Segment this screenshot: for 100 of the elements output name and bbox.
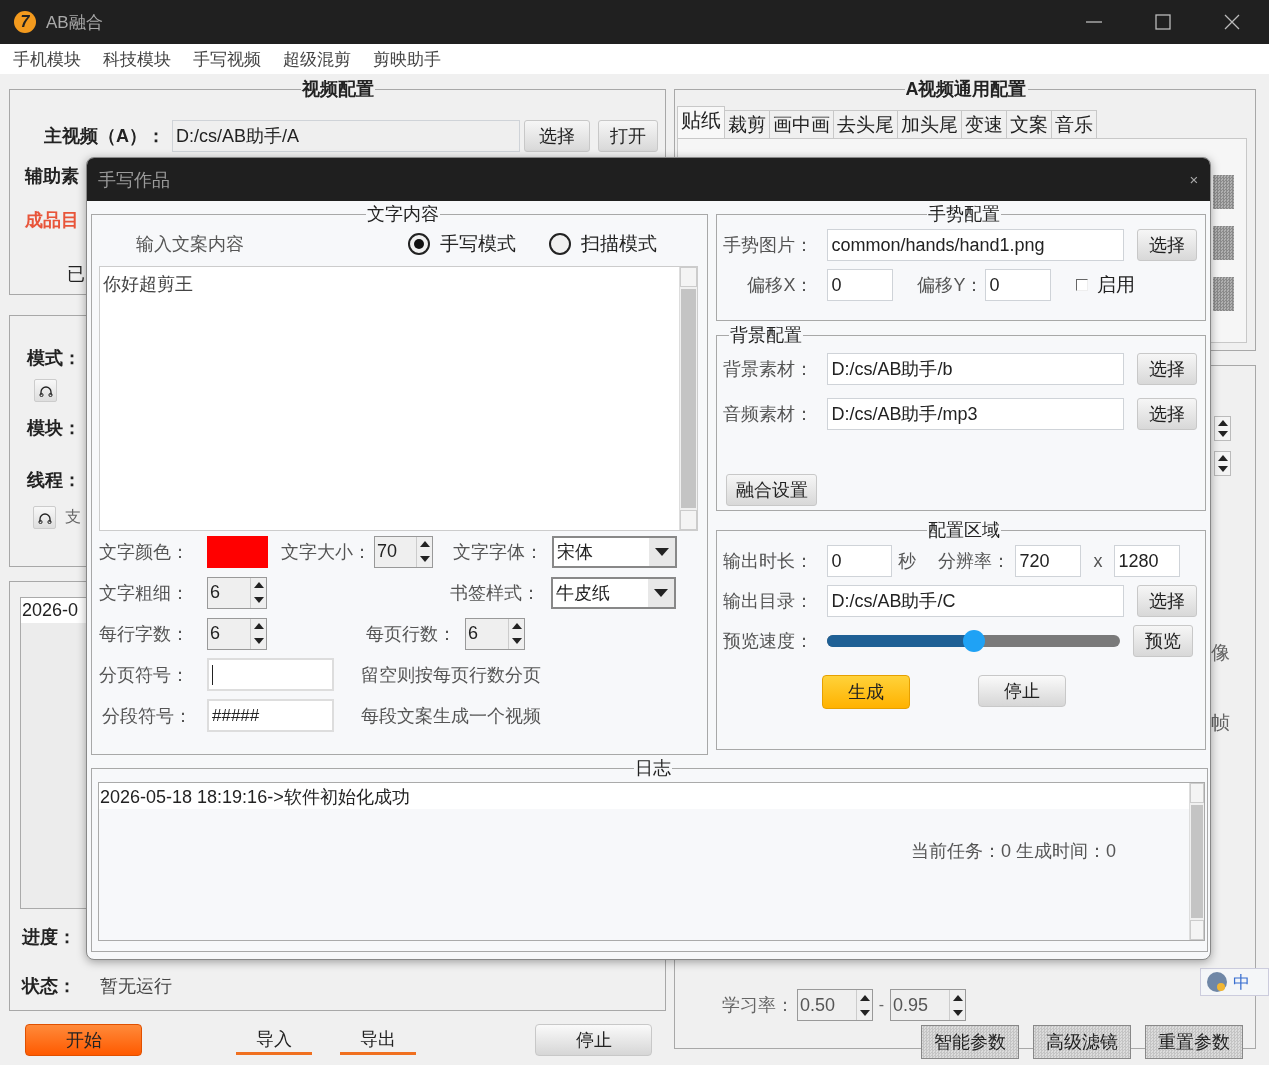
button[interactable]: 预览 [1133, 625, 1194, 657]
button[interactable]: 停止 [535, 1024, 652, 1056]
spin-box[interactable]: 0.50 [797, 989, 873, 1021]
headphone-button[interactable] [34, 379, 57, 402]
radio-button[interactable]: 扫描模式 [549, 231, 657, 257]
spin-box[interactable]: 6 [465, 617, 525, 650]
field-label: 每页行数： [366, 622, 457, 646]
window-title: AB融合 [46, 11, 103, 34]
spin-box[interactable]: 0.95 [890, 989, 966, 1021]
field-label: 分段符号： [101, 704, 193, 728]
maximize-icon[interactable] [1155, 14, 1171, 30]
button[interactable]: 选择 [1137, 352, 1198, 385]
headphone-button[interactable] [33, 506, 56, 529]
field-label: 线程： [27, 469, 81, 492]
path-field[interactable]: D:/cs/AB助手/mp3 [827, 397, 1125, 430]
separator-text: - [877, 996, 886, 1014]
headphone-icon [38, 384, 53, 397]
headphone-icon [37, 511, 52, 524]
menu-item[interactable]: 手机模块 [13, 47, 81, 71]
field-label: 偏移Y： [917, 274, 985, 297]
field-label: 书签样式： [450, 581, 541, 605]
ime-toolbar[interactable]: 中 [1200, 968, 1269, 996]
field-label: 秒 [898, 550, 918, 573]
field-label: 文字大小： [281, 540, 372, 564]
field-label: 状态： [22, 975, 76, 998]
hint-text: 每段文案生成一个视频 [361, 704, 541, 728]
path-field[interactable]: D:/cs/AB助手/A [172, 120, 520, 152]
field-label: x [1092, 550, 1104, 572]
input-field[interactable]: 720 [1015, 545, 1082, 577]
group-title: A视频通用配置 [904, 78, 1028, 100]
dropdown[interactable]: 牛皮纸 [551, 576, 676, 609]
status-text: 当前任务：0 生成时间：0 [911, 840, 1118, 863]
tab[interactable]: 贴纸 [677, 106, 725, 138]
spin-arrows[interactable] [1214, 451, 1231, 476]
field-label: 帧 [1211, 711, 1231, 735]
button[interactable]: 生成 [822, 675, 911, 709]
group-title: 配置区域 [927, 519, 1002, 541]
input-field[interactable]: 0 [827, 545, 893, 577]
field-label: 输出时长： [723, 550, 815, 573]
dropdown[interactable]: 宋体 [552, 535, 677, 568]
spin-box[interactable]: 70 [374, 535, 433, 568]
field-label: 分页符号： [99, 663, 190, 687]
field-label: 文字颜色： [99, 540, 190, 564]
spin-box[interactable]: 6 [207, 617, 267, 650]
slider-track[interactable] [827, 630, 1121, 652]
field-label: 分辨率： [938, 550, 1012, 573]
menu-item[interactable]: 剪映助手 [373, 47, 441, 71]
radio-button[interactable]: 手写模式 [408, 231, 516, 257]
field-label: 已 [66, 263, 85, 286]
slider-thumb[interactable] [962, 630, 985, 652]
link-button[interactable]: 导入 [236, 1025, 312, 1055]
field-label: 主视频（A）： [44, 125, 166, 148]
button[interactable]: 打开 [598, 120, 658, 152]
link-button[interactable]: 导出 [340, 1025, 416, 1055]
button[interactable]: 停止 [978, 675, 1067, 707]
path-field[interactable]: D:/cs/AB助手/b [827, 352, 1125, 385]
field-label: 背景素材： [723, 357, 815, 381]
input-field[interactable]: 0 [985, 269, 1052, 301]
field-label: 进度： [22, 926, 76, 949]
field-label: 成品目 [25, 209, 79, 232]
checkbox[interactable]: 启用 [1076, 272, 1136, 298]
group-title: 文字内容 [366, 203, 441, 225]
input-field[interactable]: ##### [207, 699, 334, 732]
tab[interactable]: 音乐 [1051, 110, 1097, 138]
scrollbar[interactable] [1189, 783, 1204, 940]
field-label: 辅助素 [25, 165, 79, 188]
button[interactable]: 选择 [1137, 585, 1198, 617]
spin-arrows[interactable] [1214, 416, 1231, 441]
button[interactable]: 开始 [25, 1024, 142, 1056]
close-icon[interactable] [1224, 14, 1240, 30]
color-swatch[interactable] [207, 535, 268, 568]
field-label: 每行字数： [99, 622, 190, 646]
button[interactable]: 选择 [1137, 397, 1198, 430]
field-label: 音频素材： [723, 402, 815, 426]
path-field[interactable]: D:/cs/AB助手/C [827, 585, 1125, 617]
input-field[interactable]: 0 [827, 269, 894, 301]
field-label: 模块： [27, 417, 81, 440]
status-text: 暂无运行 [100, 975, 172, 998]
field-label: 学习率： [722, 994, 795, 1017]
menu-item[interactable]: 超级混剪 [283, 47, 351, 71]
input-field[interactable]: 1280 [1114, 545, 1181, 577]
globe-icon [1206, 971, 1228, 993]
dialog-title: 手写作品 [98, 168, 170, 192]
menu-item[interactable]: 手写视频 [193, 47, 261, 71]
field-label: 预览速度： [723, 630, 815, 653]
text-area[interactable]: 你好超剪王 [99, 266, 698, 531]
input-field[interactable] [207, 658, 334, 691]
button[interactable]: 选择 [1137, 229, 1198, 261]
field-label: 手势图片： [723, 234, 815, 257]
field-label: 输出目录： [723, 590, 815, 613]
path-field[interactable]: common/hands/hand1.png [827, 229, 1125, 261]
app-logo: 7 [14, 11, 36, 33]
field-label: 偏移X： [746, 274, 815, 297]
spin-box[interactable]: 6 [207, 576, 267, 609]
button[interactable]: 选择 [524, 120, 590, 152]
field-label: 像 [1211, 641, 1231, 665]
scrollbar[interactable] [679, 267, 697, 530]
group-title: 背景配置 [729, 324, 804, 346]
button[interactable]: 融合设置 [726, 474, 818, 506]
menu-item[interactable]: 科技模块 [103, 47, 171, 71]
